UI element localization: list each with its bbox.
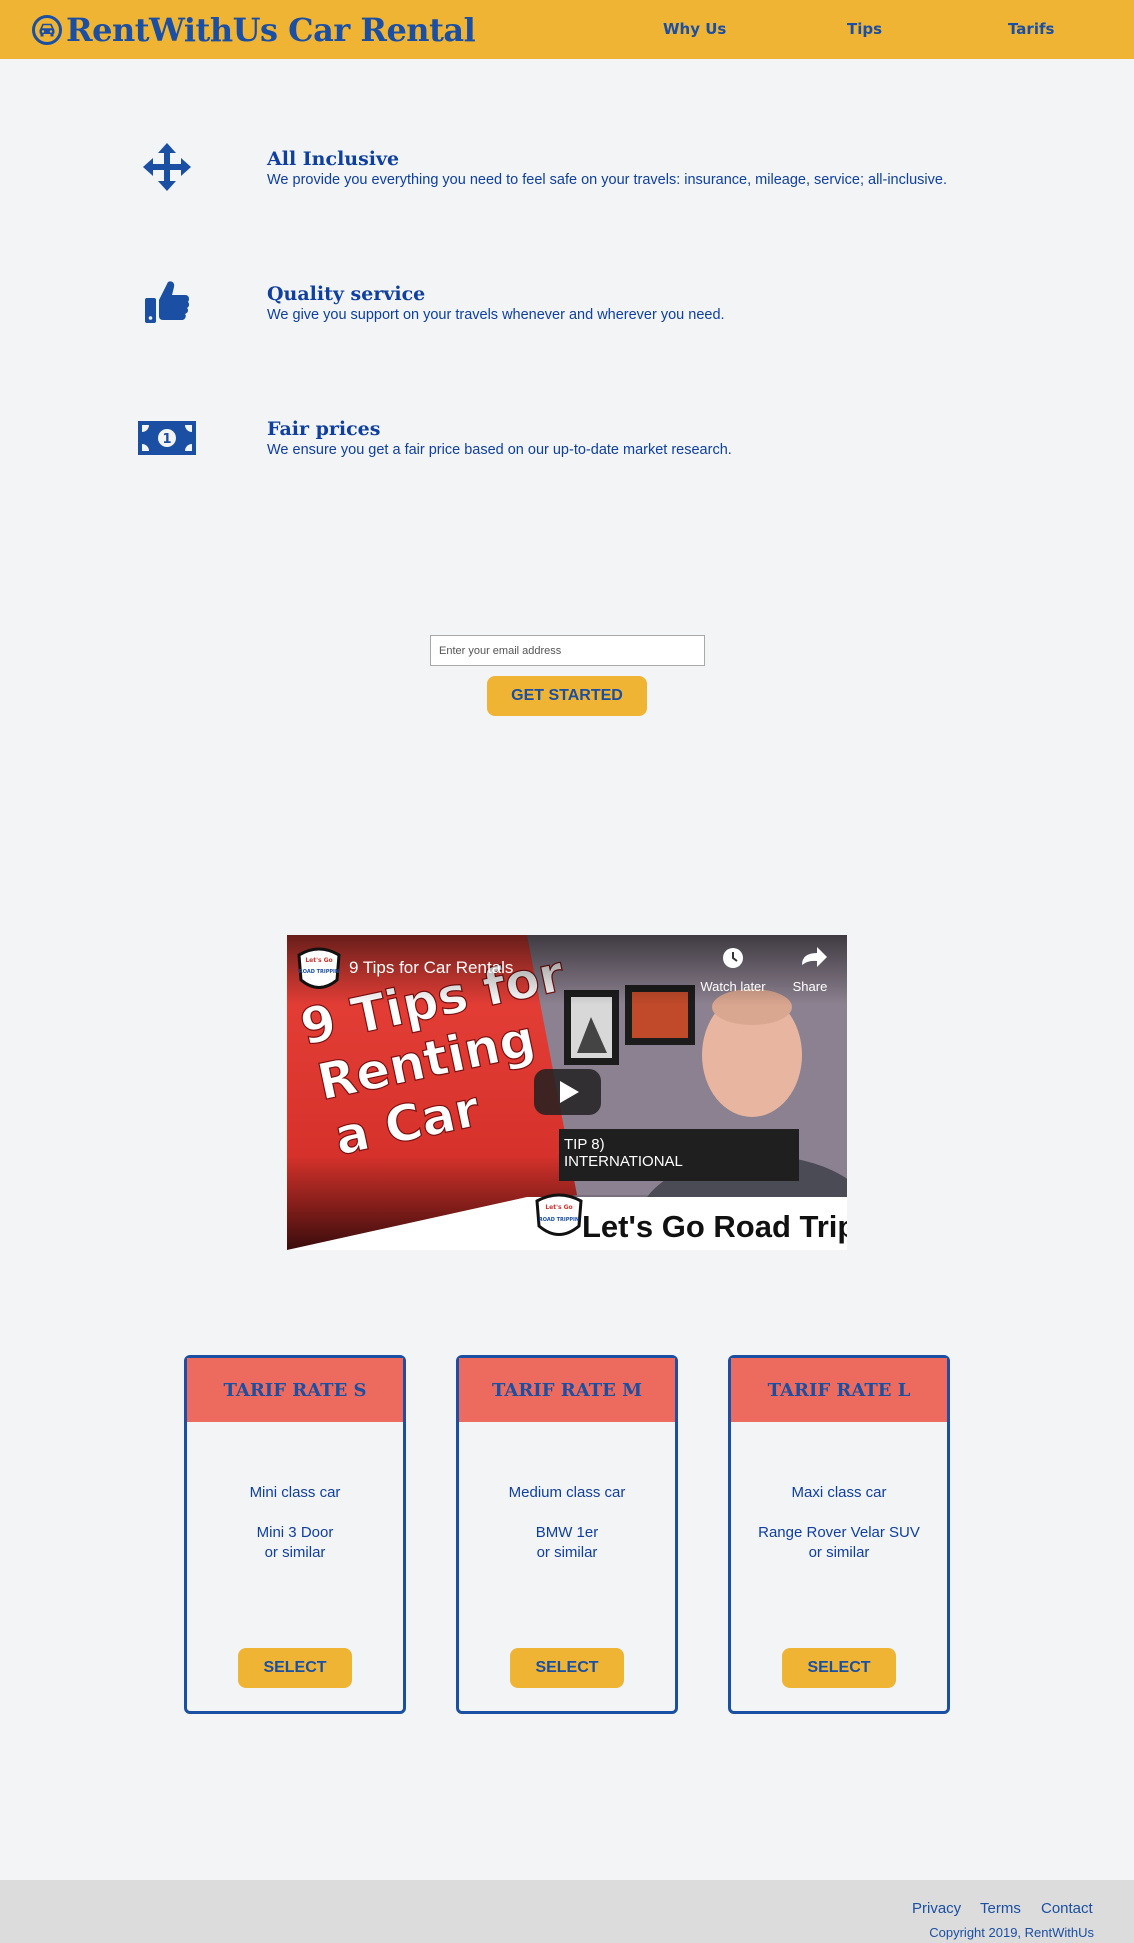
car-similar: or similar — [536, 1544, 598, 1561]
footer-link-terms[interactable]: Terms — [980, 1900, 1021, 1917]
svg-text:Let's Go: Let's Go — [305, 957, 332, 964]
thumbs-up-icon — [138, 273, 196, 331]
feature-title: Quality service — [267, 283, 426, 305]
car-class: Medium class car — [508, 1484, 626, 1501]
feature-quality-service: Quality service We give you support on y… — [0, 273, 1134, 353]
overlay-line-1: TIP 8) — [564, 1136, 605, 1153]
channel-shield-icon: Let's Go ROAD TRIPPIN — [297, 947, 341, 989]
share-label: Share — [793, 979, 828, 994]
feature-desc: We give you support on your travels when… — [267, 307, 725, 323]
feature-desc: We provide you everything you need to fe… — [267, 172, 947, 188]
car-model: BMW 1er — [535, 1524, 599, 1541]
car-model: Range Rover Velar SUV — [758, 1524, 920, 1541]
copyright-text: Copyright 2019, RentWithUs — [929, 1925, 1094, 1940]
arrows-move-icon — [138, 138, 196, 196]
car-class: Mini class car — [249, 1484, 341, 1501]
select-button[interactable]: SELECT — [782, 1648, 896, 1688]
car-similar: or similar — [264, 1544, 326, 1561]
play-button-icon — [534, 1069, 601, 1115]
svg-text:Let's Go: Let's Go — [545, 1204, 572, 1211]
feature-fair-prices: 1 Fair prices We ensure you get a fair p… — [0, 408, 1134, 488]
tarif-title: TARIF RATE L — [731, 1358, 947, 1422]
nav-tips[interactable]: Tips — [847, 20, 882, 38]
select-button[interactable]: SELECT — [238, 1648, 352, 1688]
feature-desc: We ensure you get a fair price based on … — [267, 442, 732, 458]
get-started-button[interactable]: GET STARTED — [487, 676, 647, 716]
tarif-card-l: TARIF RATE L Maxi class car Range Rover … — [728, 1355, 950, 1714]
brand-shield-icon: Let's Go ROAD TRIPPIN — [535, 1193, 583, 1236]
feature-all-inclusive: All Inclusive We provide you everything … — [0, 138, 1134, 218]
site-footer: Privacy Terms Contact Copyright 2019, Re… — [0, 1880, 1134, 1943]
svg-text:ROAD TRIPPIN: ROAD TRIPPIN — [539, 1217, 579, 1223]
nav-why-us[interactable]: Why Us — [663, 20, 726, 38]
feature-title: Fair prices — [267, 418, 381, 440]
clock-icon — [723, 948, 743, 968]
tarif-card-s: TARIF RATE S Mini class car Mini 3 Door … — [184, 1355, 406, 1714]
select-button[interactable]: SELECT — [510, 1648, 624, 1688]
feature-title: All Inclusive — [267, 148, 400, 170]
car-model: Mini 3 Door — [256, 1524, 334, 1541]
car-class: Maxi class car — [791, 1484, 887, 1501]
svg-text:1: 1 — [162, 432, 171, 447]
car-icon — [32, 15, 62, 45]
brand-text: Let's Go Road Trippin — [582, 1209, 847, 1244]
email-input[interactable] — [430, 635, 705, 666]
video-embed[interactable]: 9 Tips for Renting a Car Let's Go Road T… — [287, 935, 847, 1250]
money-bill-icon: 1 — [138, 408, 196, 466]
tarif-title: TARIF RATE S — [187, 1358, 403, 1422]
car-similar: or similar — [808, 1544, 870, 1561]
footer-link-privacy[interactable]: Privacy — [912, 1900, 961, 1917]
overlay-line-2: INTERNATIONAL — [564, 1153, 683, 1170]
video-title: 9 Tips for Car Rentals — [349, 958, 513, 977]
logo-text: RentWithUs Car Rental — [66, 11, 476, 49]
footer-link-contact[interactable]: Contact — [1041, 1900, 1093, 1917]
nav-tarifs[interactable]: Tarifs — [1008, 20, 1054, 38]
site-header: RentWithUs Car Rental Why Us Tips Tarifs — [0, 0, 1134, 59]
watch-later-label: Watch later — [700, 979, 766, 994]
svg-text:ROAD TRIPPIN: ROAD TRIPPIN — [299, 969, 339, 975]
video-thumbnail: 9 Tips for Renting a Car Let's Go Road T… — [287, 935, 847, 1250]
tarif-card-m: TARIF RATE M Medium class car BMW 1er or… — [456, 1355, 678, 1714]
site-logo[interactable]: RentWithUs Car Rental — [32, 10, 476, 50]
tarif-title: TARIF RATE M — [459, 1358, 675, 1422]
